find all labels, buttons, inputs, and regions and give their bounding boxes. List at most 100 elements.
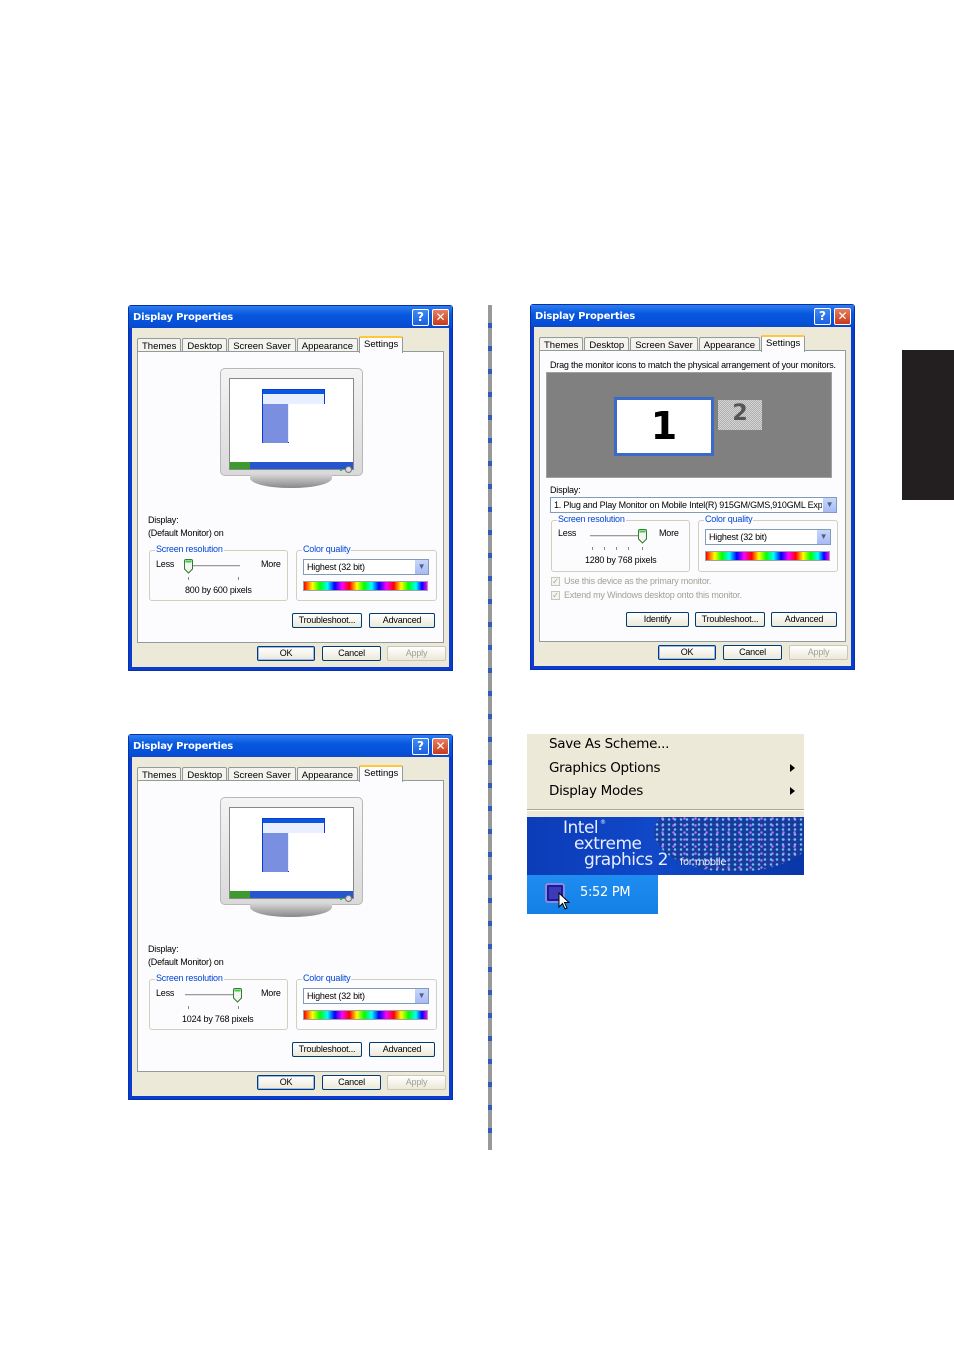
close-button[interactable]: ✕	[432, 738, 449, 755]
advanced-button[interactable]: Advanced	[369, 613, 435, 628]
resolution-slider-thumb[interactable]	[184, 559, 193, 574]
tab-themes[interactable]: Themes	[137, 338, 182, 352]
less-label: Less	[156, 988, 175, 998]
display-label: Display:	[148, 944, 179, 954]
chevron-down-icon[interactable]: ▼	[414, 560, 428, 574]
banner-line-graphics: graphics 2	[584, 850, 668, 870]
chevron-down-icon[interactable]: ▼	[822, 498, 836, 512]
monitor-1-icon[interactable]: 1	[614, 397, 714, 456]
tab-screen-saver[interactable]: Screen Saver	[228, 767, 296, 781]
system-tray: 5:52 PM	[527, 875, 658, 914]
color-quality-select[interactable]: Highest (32 bit) ▼	[705, 529, 831, 545]
tab-desktop[interactable]: Desktop	[182, 767, 228, 781]
tab-screen-saver[interactable]: Screen Saver	[228, 338, 296, 352]
color-quality-select[interactable]: Highest (32 bit) ▼	[303, 559, 429, 575]
color-spectrum-bar	[705, 551, 830, 561]
menu-item-label: Graphics Options	[549, 760, 661, 776]
display-value: (Default Monitor) on	[148, 528, 224, 538]
menu-item-graphics-options[interactable]: Graphics Options	[549, 760, 799, 776]
cancel-button[interactable]: Cancel	[322, 1075, 381, 1090]
screen-resolution-group: Screen resolution Less More 800 by 600 p…	[149, 544, 288, 601]
resolution-slider-thumb[interactable]	[233, 988, 242, 1003]
cancel-button[interactable]: Cancel	[723, 645, 782, 660]
preview-start-button	[230, 462, 250, 469]
tab-desktop[interactable]: Desktop	[182, 338, 228, 352]
resolution-slider-thumb[interactable]	[638, 529, 647, 544]
tab-desktop[interactable]: Desktop	[584, 337, 630, 351]
cancel-button[interactable]: Cancel	[322, 646, 381, 661]
menu-item-display-modes[interactable]: Display Modes	[549, 783, 643, 799]
preview-window	[262, 818, 325, 872]
slider-tick	[188, 577, 189, 580]
tab-appearance[interactable]: Appearance	[296, 338, 358, 352]
apply-button[interactable]: Apply	[387, 646, 446, 661]
dialog-title: Display Properties	[535, 310, 636, 322]
primary-monitor-checkbox[interactable]: ✓	[551, 577, 560, 586]
tray-clock[interactable]: 5:52 PM	[580, 885, 631, 900]
close-button[interactable]: ✕	[834, 308, 851, 325]
apply-button[interactable]: Apply	[387, 1075, 446, 1090]
power-knob-icon	[345, 466, 352, 473]
tab-themes[interactable]: Themes	[137, 767, 182, 781]
menu-item-save-as-scheme[interactable]: Save As Scheme...	[549, 736, 669, 752]
ok-button[interactable]: OK	[257, 646, 315, 661]
identify-button[interactable]: Identify	[626, 612, 689, 627]
tab-settings[interactable]: Settings	[358, 765, 404, 782]
mouse-cursor-icon	[558, 892, 570, 910]
help-button[interactable]: ?	[814, 308, 831, 325]
tab-strip: Themes Desktop Screen Saver Appearance S…	[137, 335, 404, 353]
display-properties-dialog-1024x768: Display Properties ? ✕ Themes Desktop Sc…	[128, 734, 453, 1100]
resolution-slider-track[interactable]	[185, 994, 240, 997]
slider-tick	[238, 1006, 239, 1009]
troubleshoot-button[interactable]: Troubleshoot...	[292, 1042, 362, 1057]
settings-panel: Display: (Default Monitor) on Screen res…	[137, 351, 444, 643]
slider-tick	[188, 1006, 189, 1009]
resolution-slider-track[interactable]	[590, 535, 645, 538]
screen-resolution-group: Screen resolution Less More 1280 by 768 …	[551, 514, 690, 572]
ok-button[interactable]: OK	[658, 645, 716, 660]
help-button[interactable]: ?	[412, 309, 429, 326]
resolution-slider-track[interactable]	[185, 565, 240, 568]
monitor-2-icon[interactable]: 2	[718, 400, 762, 430]
advanced-button[interactable]: Advanced	[771, 612, 837, 627]
color-quality-value: Highest (32 bit)	[709, 532, 767, 542]
settings-panel: Display: (Default Monitor) on Screen res…	[137, 780, 444, 1072]
tab-appearance[interactable]: Appearance	[698, 337, 760, 351]
title-bar[interactable]: Display Properties ? ✕	[129, 306, 452, 328]
dialog-title: Display Properties	[133, 311, 234, 323]
banner-for-mobile: for mobile	[680, 857, 726, 868]
color-quality-group: Color quality Highest (32 bit) ▼	[296, 973, 437, 1030]
color-spectrum-bar	[303, 581, 428, 591]
monitor-case	[220, 368, 363, 476]
title-bar[interactable]: Display Properties ? ✕	[531, 305, 854, 327]
preview-start-button	[230, 891, 250, 898]
tab-settings[interactable]: Settings	[760, 335, 806, 352]
chevron-down-icon[interactable]: ▼	[414, 989, 428, 1003]
tab-settings[interactable]: Settings	[358, 336, 404, 353]
menu-item-label: Display Modes	[549, 783, 643, 799]
power-led-icon	[340, 898, 342, 900]
slider-tick	[616, 547, 617, 550]
advanced-button[interactable]: Advanced	[369, 1042, 435, 1057]
color-quality-select[interactable]: Highest (32 bit) ▼	[303, 988, 429, 1004]
help-button[interactable]: ?	[412, 738, 429, 755]
extend-desktop-checkbox[interactable]: ✓	[551, 591, 560, 600]
tab-screen-saver[interactable]: Screen Saver	[630, 337, 698, 351]
title-bar[interactable]: Display Properties ? ✕	[129, 735, 452, 757]
more-label: More	[261, 988, 281, 998]
troubleshoot-button[interactable]: Troubleshoot...	[695, 612, 765, 627]
tab-appearance[interactable]: Appearance	[296, 767, 358, 781]
screen-resolution-title: Screen resolution	[557, 514, 626, 524]
monitor-stand	[250, 903, 332, 917]
chevron-down-icon[interactable]: ▼	[816, 530, 830, 544]
apply-button[interactable]: Apply	[789, 645, 848, 660]
close-button[interactable]: ✕	[432, 309, 449, 326]
submenu-arrow-icon	[790, 764, 795, 772]
troubleshoot-button[interactable]: Troubleshoot...	[292, 613, 362, 628]
display-properties-dialog-800x600: Display Properties ? ✕ Themes Desktop Sc…	[128, 305, 453, 671]
more-label: More	[261, 559, 281, 569]
ok-button[interactable]: OK	[257, 1075, 315, 1090]
tab-themes[interactable]: Themes	[539, 337, 584, 351]
display-select[interactable]: 1. Plug and Play Monitor on Mobile Intel…	[550, 497, 837, 513]
color-quality-title: Color quality	[302, 973, 352, 983]
